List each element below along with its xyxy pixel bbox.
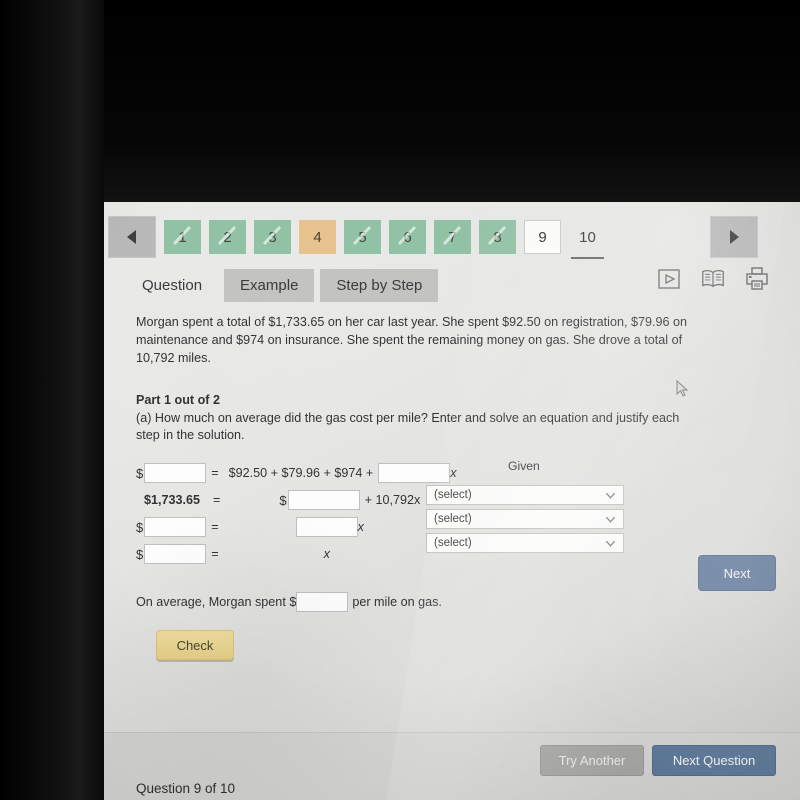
photographed-screen: 1 2 3 4 5 6 7 8 9 10 Question Example St… [0,0,800,800]
equation-row3-input1[interactable] [144,517,207,538]
dollar-sign: $ [279,492,287,508]
question-body: Morgan spent a total of $1,733.65 on her… [136,314,736,661]
next-question-label: Next Question [672,753,756,768]
dollar-sign: $ [136,546,144,562]
tab-label: Step by Step [336,277,423,294]
equals-sign: = [211,520,219,535]
equation-area: Given (select) (select) (select) $ = $92… [136,459,736,566]
question-prompt: (a) How much on average did the gas cost… [136,410,680,443]
chevron-down-icon [605,493,616,500]
chevron-down-icon [605,541,616,548]
tab-label: Question [142,277,203,294]
try-another-label: Try Another [558,753,626,768]
page-tab-label: 4 [313,228,322,246]
page-tab-label: 9 [538,228,547,246]
page-tab-label: 5 [358,228,367,246]
print-icon[interactable] [744,266,770,292]
equation-row1-expression: $92.50 + $79.96 + $974 + [228,466,374,481]
triangle-left-icon [127,230,136,244]
page-tab-label: 2 [223,228,232,246]
equation-row2-expression: + 10,792x [364,493,421,508]
select-value: (select) [434,537,472,550]
select-value: (select) [434,513,472,526]
page-tab-9[interactable]: 9 [524,220,561,254]
check-button[interactable]: Check [156,630,234,661]
page-tab-label: 1 [178,228,187,246]
page-tab-1[interactable]: 1 [164,220,201,254]
select-value: (select) [434,489,472,502]
equation-row1-variable: x [450,466,457,481]
equation-row1-input1[interactable] [144,463,207,484]
answer-input[interactable] [296,592,349,613]
tab-label: Example [240,277,299,294]
tab-step-by-step[interactable]: Step by Step [320,269,439,302]
next-button-label: Next [723,565,751,581]
page-tab-8[interactable]: 8 [479,220,516,254]
page-tab-10[interactable]: 10 [569,220,606,259]
justification-select-1[interactable]: (select) [426,485,624,506]
prev-page-button[interactable] [108,216,156,258]
page-tab-6[interactable]: 6 [389,220,426,254]
page-tab-4[interactable]: 4 [299,220,336,254]
given-column-header: Given [508,459,540,474]
tab-example[interactable]: Example [224,269,315,302]
equation-row-1: $ = $92.50 + $79.96 + $974 + x [136,461,736,485]
part-label: Part 1 out of 2 [136,392,220,407]
answer-prefix: On average, Morgan spent $ [136,595,297,610]
next-question-button[interactable]: Next Question [652,745,776,776]
page-tab-label: 8 [493,228,502,246]
equation-row3-input2[interactable] [295,517,358,538]
triangle-right-icon [730,230,739,244]
equation-row4-variable: x [323,547,330,562]
application-screen: 1 2 3 4 5 6 7 8 9 10 Question Example St… [104,202,800,800]
page-tab-label: 10 [579,228,596,246]
justification-select-2[interactable]: (select) [426,509,624,530]
bottom-bar-buttons: Try Another Next Question [540,745,776,776]
equation-row3-variable: x [357,520,364,535]
justification-select-3[interactable]: (select) [426,533,624,554]
book-icon[interactable] [700,266,726,292]
equals-sign: = [211,466,219,481]
page-tab-label: 3 [268,228,277,246]
page-tab-7[interactable]: 7 [434,220,471,254]
check-button-label: Check [176,637,214,653]
bottom-bar: Question 9 of 10 Try Another Next Questi… [104,732,800,800]
mouse-cursor-icon [676,380,689,397]
tool-icons [656,266,770,292]
page-tab-label: 6 [403,228,412,246]
video-play-icon[interactable] [656,266,682,292]
tab-question[interactable]: Question [126,269,218,302]
next-button[interactable]: Next [698,555,776,591]
question-counter: Question 9 of 10 [136,781,236,796]
equals-sign: = [213,493,221,508]
question-statement: Morgan spent a total of $1,733.65 on her… [136,315,688,365]
bezel-left [0,0,104,800]
page-tab-2[interactable]: 2 [209,220,246,254]
try-another-button[interactable]: Try Another [540,745,644,776]
page-navigation: 1 2 3 4 5 6 7 8 9 10 [104,212,800,262]
equation-row2-left: $1,733.65 [144,493,201,508]
justification-selects: (select) (select) (select) [426,485,624,557]
bezel-top [0,0,800,202]
equation-row4-input1[interactable] [144,544,207,565]
equation-row2-input1[interactable] [287,490,360,511]
page-tab-3[interactable]: 3 [254,220,291,254]
dollar-sign: $ [136,519,144,535]
answer-sentence: On average, Morgan spent $ per mile on g… [136,592,736,613]
equation-row1-input2[interactable] [378,463,451,484]
answer-suffix: per mile on gas. [352,595,442,610]
dollar-sign: $ [136,465,144,481]
page-tab-label: 7 [448,228,457,246]
equals-sign: = [211,547,219,562]
page-tab-5[interactable]: 5 [344,220,381,254]
next-page-button[interactable] [710,216,758,258]
chevron-down-icon [605,517,616,524]
